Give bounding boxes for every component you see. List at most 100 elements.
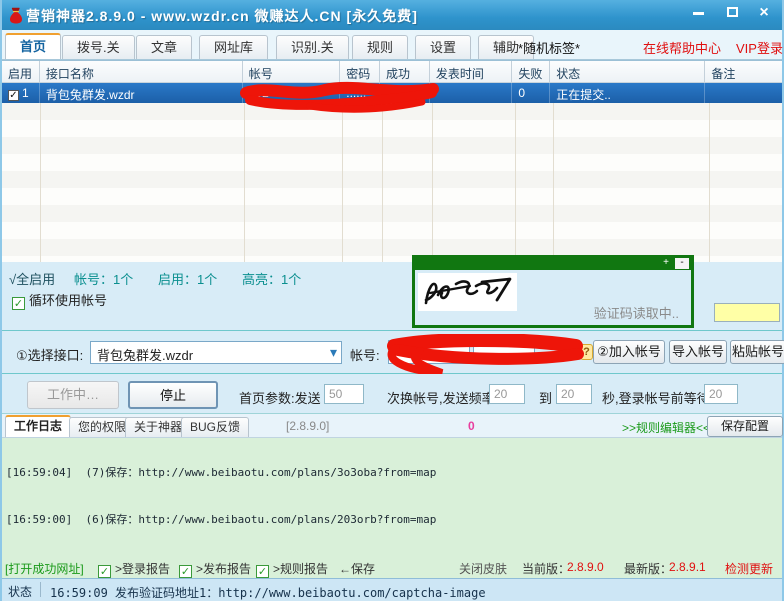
row-enable-cell: ✓ 1 — [2, 83, 40, 103]
col-fail[interactable]: 失败 — [512, 61, 551, 82]
stop-button[interactable]: 停止 — [128, 381, 218, 409]
status-divider — [40, 582, 41, 597]
save-link[interactable]: ←保存 — [339, 560, 375, 577]
wait-input[interactable] — [704, 384, 738, 404]
loop-account-label: 循环使用帐号 — [29, 293, 108, 308]
row-index: 1 — [22, 86, 29, 100]
close-skin-link[interactable]: 关闭皮肤 — [459, 560, 507, 577]
check-update-link[interactable]: 检测更新 — [725, 560, 773, 577]
freq-to-input[interactable] — [556, 384, 592, 404]
tab-home[interactable]: 首页 — [5, 33, 62, 59]
captcha-titlebar[interactable]: + - — [415, 258, 691, 270]
vip-login-link[interactable]: VIP登录 — [736, 38, 783, 57]
param-send-label: 首页参数:发送 — [239, 391, 321, 406]
tab-article[interactable]: 文章 — [136, 35, 193, 59]
col-name[interactable]: 接口名称 — [40, 61, 243, 82]
login-report-checkbox[interactable]: ✓ — [98, 565, 111, 578]
log-line: [16:59:00] (6)保存：http://www.beibaotu.com… — [6, 512, 437, 526]
tab-url-lib[interactable]: 网址库 — [199, 35, 269, 59]
maximize-button[interactable] — [718, 4, 746, 22]
tab-recognize[interactable]: 识别.关 — [276, 35, 349, 59]
main-tab-bar: 首页 拨号.关 文章 网址库 识别.关 规则 设置 辅助 *随机标签* 在线帮助… — [2, 30, 783, 60]
close-icon: × — [759, 4, 769, 21]
col-success[interactable]: 成功 — [380, 61, 430, 82]
account-input[interactable] — [388, 340, 470, 364]
grid-line — [553, 103, 554, 262]
col-enable[interactable]: 启用 — [2, 61, 40, 82]
counter-label: 0 — [468, 419, 475, 433]
chevron-down-icon: ▾ — [329, 344, 337, 360]
col-password[interactable]: 密码 — [340, 61, 381, 82]
account-label: 帐号: — [350, 348, 380, 363]
status-message: 16:59:09 发布验证码地址1：http://www.beibaotu.co… — [50, 586, 486, 600]
interface-dropdown[interactable]: 背包兔群发.wzdr ▾ — [90, 341, 342, 364]
tab-rules[interactable]: 规则 — [352, 35, 409, 59]
publish-report-checkbox[interactable]: ✓ — [179, 565, 192, 578]
status-label: 状态 — [8, 585, 33, 599]
minimize-icon — [692, 12, 704, 15]
grid-line — [244, 103, 245, 262]
freq-from-input[interactable] — [489, 384, 525, 404]
help-icon[interactable]: ? — [580, 344, 593, 360]
col-remark[interactable]: 备注 — [705, 61, 782, 82]
row-fail: 0 — [512, 83, 551, 103]
loop-account-checkbox[interactable]: ✓ — [12, 297, 25, 310]
tab-dialup[interactable]: 拨号.关 — [62, 35, 135, 59]
add-account-button[interactable]: ②加入帐号 — [593, 340, 665, 364]
interface-row: ①选择接口: 背包兔群发.wzdr ▾ 帐号: ? ②加入帐号 导入帐号 粘贴帐… — [2, 330, 784, 374]
row-account: a02 — [243, 83, 341, 103]
row-name: 背包兔群发.wzdr — [40, 83, 243, 103]
random-tag-label: *随机标签* — [518, 41, 581, 56]
row-time — [430, 83, 513, 103]
grid-line — [709, 103, 710, 262]
log-tab-bar: 工作日志 您的权限 关于神器 BUG反馈 [2.8.9.0] 0 >>规则编辑器… — [2, 414, 783, 438]
paste-account-button[interactable]: 粘贴帐号 — [730, 340, 784, 364]
row-success: 0 — [380, 83, 430, 103]
latest-version-value: 2.8.9.1 — [669, 560, 706, 574]
open-success-url-link[interactable]: [打开成功网址] — [5, 560, 84, 577]
to-label: 到 — [539, 391, 553, 406]
captcha-zoom-out-button[interactable]: - — [675, 258, 689, 269]
tab-work-log[interactable]: 工作日志 — [5, 415, 72, 437]
send-count-input[interactable] — [324, 384, 364, 404]
col-time[interactable]: 发表时间 — [430, 61, 513, 82]
password-input[interactable] — [473, 340, 535, 364]
grid-line — [40, 103, 41, 262]
title-bar: 营销神器2.8.9.0 - www.wzdr.cn 微赚达人.CN [永久免费]… — [2, 0, 782, 30]
row-checkbox[interactable]: ✓ — [8, 90, 19, 101]
col-status[interactable]: 状态 — [550, 61, 706, 82]
captcha-image — [418, 273, 517, 311]
captcha-window: + - 验证码读取中.. — [412, 255, 694, 328]
captcha-zoom-in-button[interactable]: + — [659, 258, 673, 269]
version-label: [2.8.9.0] — [286, 419, 330, 433]
control-row: 工作中… 停止 首页参数:发送 次换帐号,发送频率 到 秒,登录帐号前等待 — [2, 374, 782, 414]
table-header: 启用 接口名称 帐号 密码 成功 发表时间 失败 状态 备注 — [2, 60, 782, 83]
import-account-button[interactable]: 导入帐号 — [669, 340, 727, 364]
minimize-button[interactable] — [684, 4, 712, 22]
app-icon — [10, 7, 22, 24]
select-interface-label: ①选择接口: — [16, 348, 84, 363]
row-password: ...... — [340, 83, 381, 103]
col-account[interactable]: 帐号 — [243, 61, 341, 82]
close-button[interactable]: × — [750, 4, 778, 22]
log-area[interactable]: [16:59:04] (7)保存：http://www.beibaotu.com… — [2, 438, 782, 556]
latest-version-label: 最新版： — [624, 562, 673, 576]
save-config-button[interactable]: 保存配置 — [707, 416, 783, 437]
help-center-link[interactable]: 在线帮助中心 — [643, 38, 721, 57]
row-status: 正在提交.. — [550, 83, 706, 103]
param-freq-label: 次换帐号,发送频率 — [387, 391, 495, 406]
all-enable-label[interactable]: √全启用 — [9, 269, 55, 288]
working-button[interactable]: 工作中… — [27, 381, 119, 409]
captcha-answer-input[interactable] — [714, 303, 780, 322]
table-empty-rows — [2, 103, 782, 262]
log-footer: [打开成功网址] ✓ >登录报告 ✓ >发布报告 ✓ >规则报告 ←保存 关闭皮肤 当… — [2, 556, 782, 578]
captcha-status: 验证码读取中.. — [593, 306, 679, 321]
rule-editor-link[interactable]: >>规则编辑器<< — [622, 419, 710, 436]
account-count: 帐号：1个 — [74, 272, 134, 287]
tab-bug-report[interactable]: BUG反馈 — [181, 417, 250, 437]
row-remark — [705, 83, 782, 103]
table-row[interactable]: ✓ 1 背包兔群发.wzdr a02 ...... 0 0 正在提交.. — [2, 83, 782, 103]
status-bar: 状态 16:59:09 发布验证码地址1：http://www.beibaotu… — [2, 578, 782, 601]
rule-report-checkbox[interactable]: ✓ — [256, 565, 269, 578]
tab-settings[interactable]: 设置 — [415, 35, 472, 59]
